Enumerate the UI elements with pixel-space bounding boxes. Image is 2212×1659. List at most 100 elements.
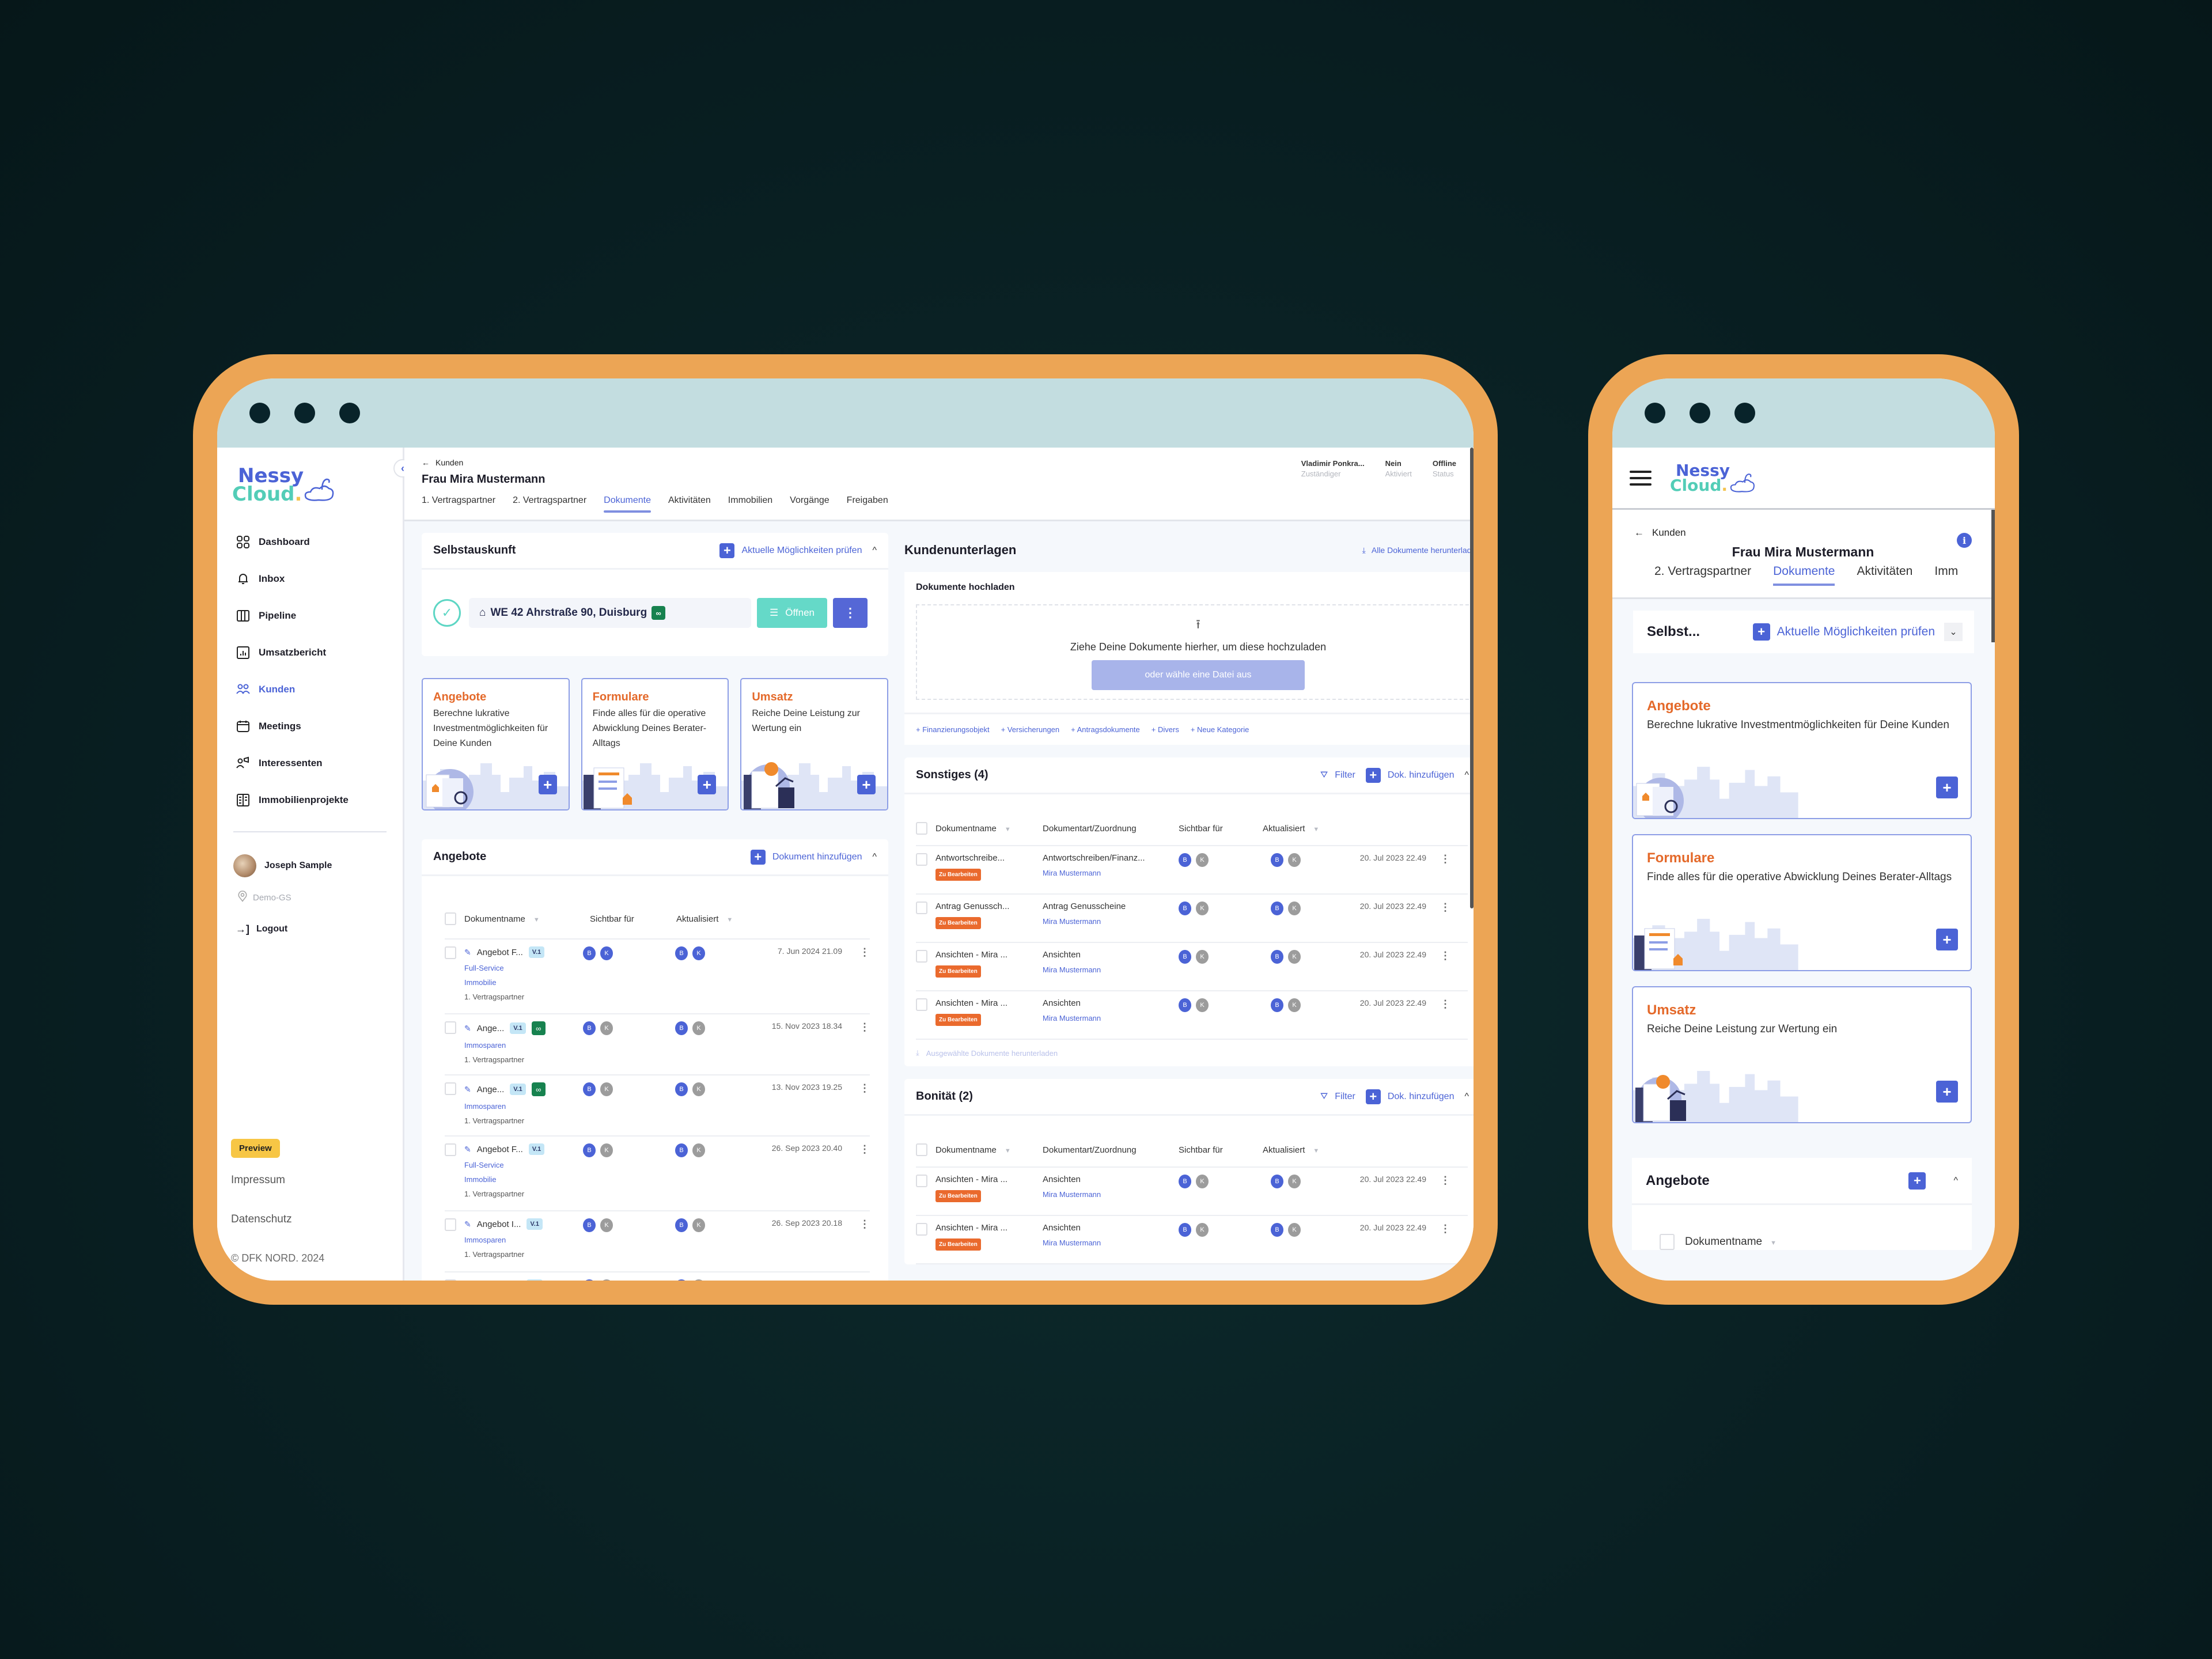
row-menu-icon[interactable]: ⋮ [859,1021,870,1074]
sort-aktualisiert[interactable]: Aktualisiert ▼ [676,914,733,924]
choose-file-button[interactable]: oder wähle eine Datei aus [1092,660,1305,690]
document-name[interactable]: Antrag Genussch... [935,902,1043,911]
tab-aktivitaeten[interactable]: Aktivitäten [668,495,711,512]
sidebar-item-meetings[interactable]: Meetings [217,708,403,745]
tile-umsatz[interactable]: Umsatz Reiche Deine Leistung zur Wertung… [740,678,889,810]
column-header[interactable]: Aktualisiert ▼ [1263,1145,1332,1155]
table-row[interactable]: Ansichten - Mira ... Zu Bearbeiten Ansicht… [916,1216,1468,1264]
row-checkbox[interactable] [445,1279,456,1281]
column-header[interactable]: Aktualisiert ▼ [1263,824,1332,834]
tile-formulare[interactable]: Formulare Finde alles für die operative … [581,678,729,810]
sidebar-item-interessenten[interactable]: Interessenten [217,745,403,782]
assigned-person-link[interactable]: Mira Mustermann [1043,1014,1179,1022]
row-checkbox[interactable] [916,1223,927,1236]
document-name[interactable]: Antwortschreibe... [935,853,1043,863]
row-checkbox[interactable] [916,1175,927,1187]
info-icon[interactable]: i [1957,533,1972,548]
logo[interactable]: Nessy Cloud. [217,459,403,511]
select-all-checkbox[interactable] [1660,1234,1675,1250]
sidebar-item-immobilienprojekte[interactable]: Immobilienprojekte [217,782,403,819]
row-menu-icon[interactable]: ⋮ [1440,1223,1450,1263]
tile-angebote[interactable]: Angebote Berechne lukrative Investmentmö… [422,678,570,810]
table-row[interactable]: Ansichten - Mira ... Zu Bearbeiten Ansicht… [916,991,1468,1040]
tab-aktivitaeten[interactable]: Aktivitäten [1857,565,1912,578]
row-checkbox[interactable] [916,998,927,1011]
check-options-button[interactable]: + Aktuelle Möglichkeiten prüfen [719,543,862,558]
document-name[interactable]: Angebot I... [477,1219,521,1229]
edit-pencil-icon[interactable]: ✎ [464,1145,471,1154]
sidebar-item-dashboard[interactable]: Dashboard [217,524,403,560]
table-row[interactable]: Ansichten - Mira ... Zu Bearbeiten Ansicht… [916,1168,1468,1216]
edit-pencil-icon[interactable]: ✎ [464,1085,471,1094]
logout-button[interactable]: →] Logout [217,912,403,946]
row-menu-icon[interactable]: ⋮ [859,1218,870,1271]
tab-vertragspartner-1[interactable]: 1. Vertragspartner [422,495,495,512]
table-row[interactable]: ✎ Angebot F... V.1 Full-Service Immobilie 1. … [445,940,870,1014]
add-category-versicherungen[interactable]: + Versicherungen [1001,725,1060,734]
tile-umsatz[interactable]: Umsatz Reiche Deine Leistung zur Wertung… [1632,986,1972,1123]
table-row[interactable]: Antrag Genussch... Zu Bearbeiten Antrag Ge… [916,895,1468,943]
check-options-button[interactable]: + Aktuelle Möglichkeiten prüfen [1752,623,1935,641]
tab-vorgaenge[interactable]: Vorgänge [790,495,830,512]
download-selected-button[interactable]: ⤓ Ausgewählte Dokumente herunterladen [904,1040,1474,1066]
row-checkbox[interactable] [916,853,927,866]
document-name[interactable]: Ansichten - Mira ... [935,1175,1043,1184]
chevron-up-icon[interactable]: ^ [1464,1092,1469,1102]
add-angebot-button[interactable]: + [1936,777,1958,798]
row-checkbox[interactable] [445,1218,456,1231]
add-formular-button[interactable]: + [1936,929,1958,950]
product-link[interactable]: Full-Service [464,964,583,972]
row-menu-icon[interactable]: ⋮ [1440,1175,1450,1215]
row-menu-icon[interactable]: ⋮ [859,1082,870,1135]
tab-dokumente[interactable]: Dokumente [1773,565,1835,586]
table-row[interactable]: ✎ Ange... V.1 ∞ Immosparen 1. Vertragspartner… [445,1014,870,1075]
chevron-up-icon[interactable]: ^ [1464,770,1469,781]
tile-angebote[interactable]: Angebote Berechne lukrative Investmentmö… [1632,682,1972,819]
document-name[interactable]: Angebot F... [477,948,523,957]
add-document-button[interactable]: + Dok. hinzufügen [1365,767,1454,783]
row-checkbox[interactable] [445,1143,456,1156]
assigned-person-link[interactable]: Mira Mustermann [1043,1238,1179,1247]
table-row[interactable]: ✎ Ange... V.1 ∞ Immosparen 1. Vertragspartner… [445,1075,870,1137]
sidebar-item-kunden[interactable]: Kunden [217,671,403,708]
sidebar-item-umsatzbericht[interactable]: Umsatzbericht [217,634,403,671]
sort-dokumentname[interactable]: Dokumentname ▼ [464,914,590,924]
more-options-button[interactable]: ⋮ [833,598,868,628]
row-menu-icon[interactable]: ⋮ [1440,998,1450,1039]
product-link[interactable]: Full-Service [464,1161,583,1169]
assigned-person-link[interactable]: Mira Mustermann [1043,965,1179,974]
add-document-button[interactable]: + Dok. hinzufügen [1365,1089,1454,1104]
hamburger-menu-icon[interactable] [1630,470,1652,486]
table-row[interactable]: ✎Angebot I...V.1BKBK⋮ [445,1272,870,1281]
open-button[interactable]: ☰ Öffnen [757,598,827,628]
filter-button[interactable]: ⛛ Filter [1320,1092,1355,1102]
scrollbar[interactable] [1470,448,1474,908]
add-document-button[interactable]: + [1908,1172,1926,1190]
branch-selector[interactable]: Demo-GS [217,883,403,912]
scrollbar[interactable] [1991,510,1995,642]
document-name[interactable]: Ansichten - Mira ... [935,998,1043,1008]
impressum-link[interactable]: Impressum [231,1174,324,1187]
assigned-person-link[interactable]: Mira Mustermann [1043,869,1179,877]
column-header[interactable]: Dokumentname ▼ [935,824,1043,834]
breadcrumb[interactable]: ← Kunden [1634,527,1995,539]
row-menu-icon[interactable]: ⋮ [1440,853,1450,893]
tab-freigaben[interactable]: Freigaben [847,495,888,512]
add-angebot-button[interactable]: + [538,775,557,794]
edit-pencil-icon[interactable]: ✎ [464,1024,471,1033]
tab-immobilien[interactable]: Immobilien [728,495,772,512]
row-menu-icon[interactable]: ⋮ [859,946,870,1013]
row-checkbox[interactable] [916,902,927,914]
datenschutz-link[interactable]: Datenschutz [231,1213,324,1226]
tab-immobilien[interactable]: Imm [1934,565,1958,578]
sidebar-item-pipeline[interactable]: Pipeline [217,597,403,634]
document-name[interactable]: Ansichten - Mira ... [935,1223,1043,1233]
document-name[interactable]: Ange... [477,1085,505,1094]
row-menu-icon[interactable]: ⋮ [1440,902,1450,942]
assigned-person-link[interactable]: Mira Mustermann [1043,917,1179,926]
logo[interactable]: Nessy Cloud. [1670,452,1756,504]
add-formular-button[interactable]: + [698,775,717,794]
edit-pencil-icon[interactable]: ✎ [464,1219,471,1229]
filter-button[interactable]: ⛛ Filter [1320,770,1355,781]
row-checkbox[interactable] [445,946,456,959]
